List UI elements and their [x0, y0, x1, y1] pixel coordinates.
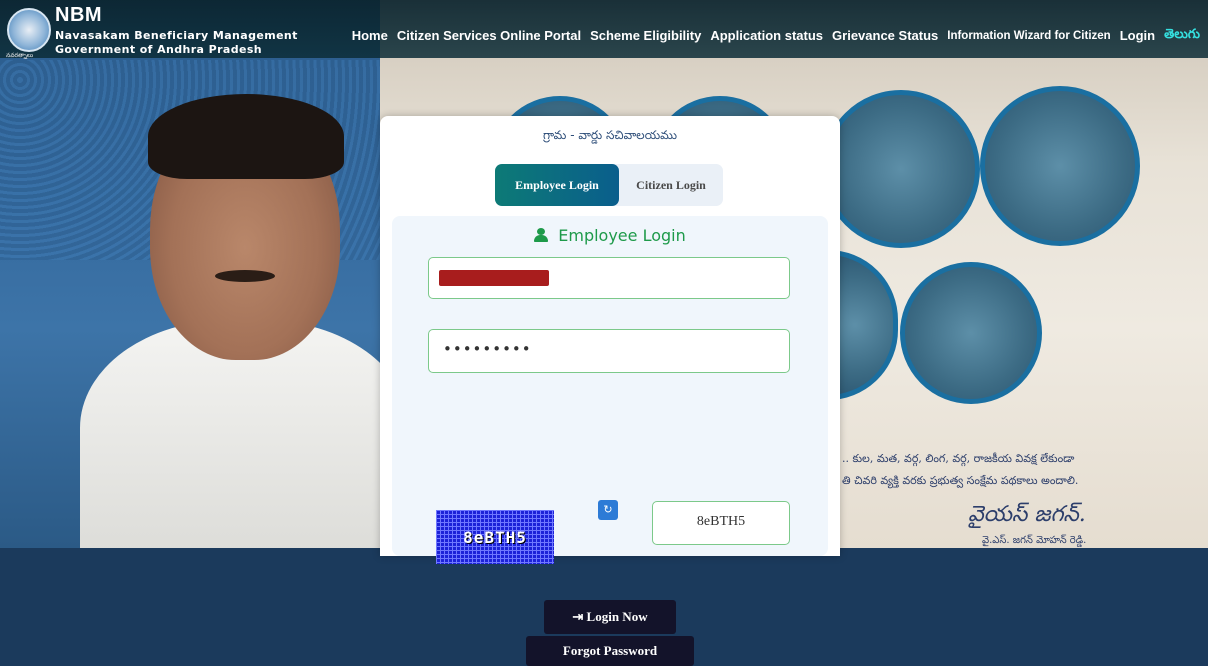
captcha-image: 8eBTH5 [436, 510, 554, 564]
username-input[interactable] [428, 257, 790, 299]
password-value: ••••••••• [443, 340, 532, 358]
username-redacted-value [439, 270, 549, 286]
nav-scheme-eligibility[interactable]: Scheme Eligibility [590, 28, 701, 43]
quote-line-1: .. కుల, మత, వర్గ, లింగ, వర్గ, రాజకీయ వివ… [842, 452, 1075, 465]
login-card: గ్రామ - వార్డు సచివాలయము Employee Login … [380, 116, 840, 666]
scheme-badge-3 [822, 90, 980, 248]
signature-name: వై.ఎస్. జగన్ మోహన్ రెడ్డి. [982, 535, 1087, 546]
sign-in-icon: ⇥ [572, 609, 584, 624]
nav-login[interactable]: Login [1120, 28, 1155, 43]
top-header: నవరత్నాలు NBM Navasakam Beneficiary Mana… [0, 0, 1208, 59]
nav-application-status[interactable]: Application status [710, 28, 823, 43]
nav-information-wizard[interactable]: Information Wizard for Citizen [947, 30, 1110, 42]
nav-citizen-services[interactable]: Citizen Services Online Portal [397, 28, 581, 43]
panel-heading-text: Employee Login [558, 226, 686, 245]
nav-home[interactable]: Home [352, 28, 388, 43]
scheme-badge-4 [980, 86, 1140, 246]
portrait-hair [148, 94, 344, 179]
brand-subtitle: Navasakam Beneficiary Management [55, 29, 298, 42]
card-title: గ్రామ - వార్డు సచివాలయము [543, 128, 677, 142]
tab-employee-login[interactable]: Employee Login [495, 164, 619, 206]
user-icon [534, 228, 549, 242]
tab-citizen-login[interactable]: Citizen Login [619, 164, 723, 206]
logo-subtext: నవరత్నాలు [6, 52, 34, 59]
captcha-image-text: 8eBTH5 [463, 528, 527, 547]
nav-grievance-status[interactable]: Grievance Status [832, 28, 938, 43]
main-nav: Home Citizen Services Online Portal Sche… [343, 26, 1200, 45]
brand-org: Government of Andhra Pradesh [55, 43, 263, 56]
password-input[interactable]: ••••••••• [428, 329, 790, 373]
nav-telugu-language[interactable]: తెలుగు [1164, 26, 1200, 45]
quote-line-2: తి చివరి వ్యక్తి వరకు ప్రభుత్వ సంక్షేమ ప… [842, 474, 1079, 487]
forgot-password-button[interactable]: Forgot Password [526, 636, 694, 666]
login-tabs: Employee Login Citizen Login [495, 164, 723, 206]
brand-title[interactable]: NBM [55, 4, 102, 27]
captcha-input[interactable]: 8eBTH5 [652, 501, 790, 545]
captcha-input-value: 8eBTH5 [696, 514, 746, 529]
navaratnalu-logo-icon[interactable] [7, 8, 51, 52]
scheme-badge-6 [900, 262, 1042, 404]
login-now-label: Login Now [586, 609, 648, 624]
signature: వైయస్ జగన్. [968, 502, 1086, 527]
portrait-image [80, 90, 410, 548]
login-now-button[interactable]: ⇥ Login Now [544, 600, 676, 634]
employee-login-panel: Employee Login ••••••••• 8eBTH5 ↻ 8eBTH5… [392, 216, 828, 666]
portrait-mustache [215, 270, 275, 282]
panel-heading: Employee Login [392, 226, 828, 245]
refresh-icon[interactable]: ↻ [598, 500, 618, 520]
